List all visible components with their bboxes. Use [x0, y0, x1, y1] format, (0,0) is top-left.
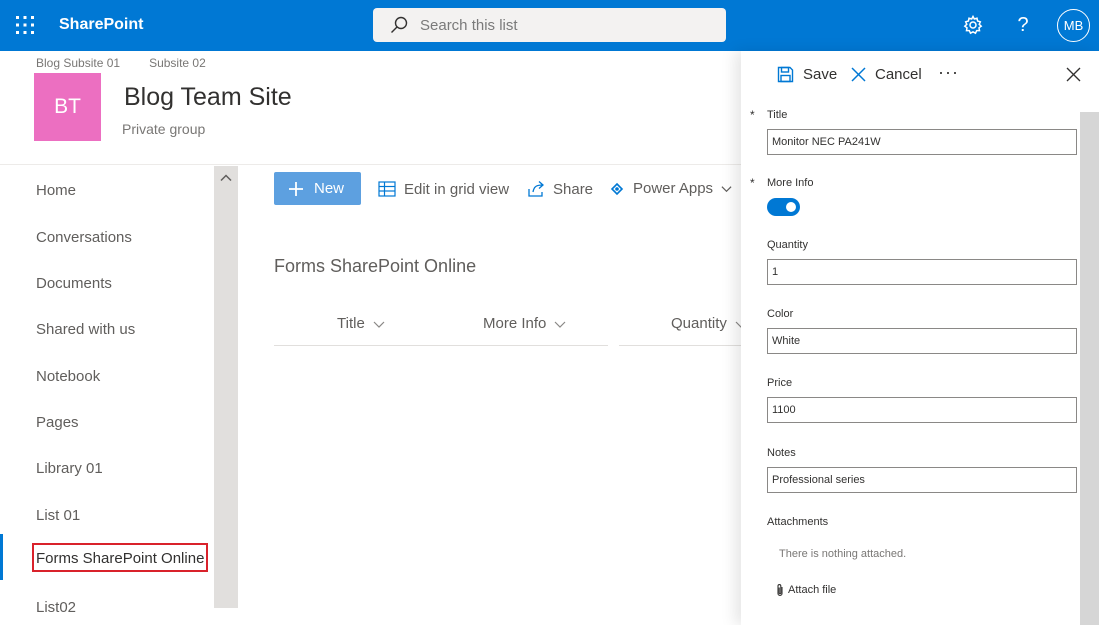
search-box[interactable]: [373, 8, 726, 42]
site-logo[interactable]: BT: [34, 73, 101, 141]
close-panel-icon[interactable]: [1066, 67, 1081, 82]
new-button[interactable]: New: [274, 172, 361, 205]
required-marker: *: [750, 108, 755, 122]
list-title: Forms SharePoint Online: [274, 256, 476, 277]
column-header-quantity[interactable]: Quantity: [671, 315, 747, 332]
search-input[interactable]: [420, 17, 710, 34]
paperclip-icon: [775, 583, 785, 597]
nav-item-shared-with-us[interactable]: Shared with us: [36, 321, 135, 338]
search-icon: [390, 16, 408, 34]
cancel-label: Cancel: [875, 66, 922, 83]
title-field[interactable]: [767, 129, 1077, 155]
chevron-down-icon: [373, 318, 385, 330]
price-label: Price: [767, 377, 792, 389]
nav-item-notebook[interactable]: Notebook: [36, 368, 100, 385]
column-header-label: Title: [337, 315, 365, 332]
more-info-toggle[interactable]: [767, 198, 800, 216]
avatar[interactable]: MB: [1057, 9, 1090, 42]
header-divider: [0, 164, 741, 165]
annotation-highlight: [32, 543, 208, 572]
breadcrumb-item[interactable]: Subsite 02: [149, 56, 206, 70]
color-label: Color: [767, 308, 793, 320]
edit-grid-label: Edit in grid view: [404, 181, 509, 198]
nav-item-home[interactable]: Home: [36, 182, 76, 199]
help-icon[interactable]: ?: [1011, 13, 1035, 37]
close-icon: [851, 67, 866, 82]
quantity-label: Quantity: [767, 239, 808, 251]
share-button[interactable]: Share: [527, 180, 593, 198]
edit-grid-button[interactable]: Edit in grid view: [378, 180, 509, 198]
chevron-down-icon: [721, 183, 732, 194]
nav-item-pages[interactable]: Pages: [36, 414, 79, 431]
required-marker: *: [750, 176, 755, 190]
nav-active-indicator: [0, 534, 3, 580]
site-subtitle: Private group: [122, 121, 205, 137]
more-options-button[interactable]: ···: [938, 62, 959, 83]
panel-scrollbar[interactable]: [1080, 112, 1099, 625]
power-apps-label: Power Apps: [633, 180, 713, 197]
share-icon: [527, 180, 545, 198]
attach-file-button[interactable]: Attach file: [775, 583, 836, 597]
toggle-knob: [786, 202, 796, 212]
save-icon: [777, 66, 794, 83]
grid-icon: [378, 180, 396, 198]
share-label: Share: [553, 181, 593, 198]
nav-item-conversations[interactable]: Conversations: [36, 229, 132, 246]
chevron-down-icon: [554, 318, 566, 330]
title-label: Title: [767, 109, 787, 121]
nav-scrollbar[interactable]: [214, 166, 238, 608]
scroll-up-icon[interactable]: [220, 172, 232, 184]
power-apps-button[interactable]: Power Apps: [609, 180, 732, 197]
column-header-label: Quantity: [671, 315, 727, 332]
power-apps-icon: [609, 181, 625, 197]
notes-field[interactable]: [767, 467, 1077, 493]
column-divider: [619, 345, 741, 346]
cancel-button[interactable]: Cancel: [851, 66, 922, 83]
attachments-label: Attachments: [767, 516, 828, 528]
save-button[interactable]: Save: [777, 66, 837, 83]
price-field[interactable]: [767, 397, 1077, 423]
nav-item-list-01[interactable]: List 01: [36, 507, 80, 524]
suite-bar: SharePoint ? MB: [0, 0, 1099, 51]
nav-item-list02[interactable]: List02: [36, 599, 76, 616]
app-launcher-icon[interactable]: [12, 12, 38, 38]
settings-icon[interactable]: [961, 13, 985, 37]
column-header-label: More Info: [483, 315, 546, 332]
breadcrumb-item[interactable]: Blog Subsite 01: [36, 56, 120, 70]
column-header-title[interactable]: Title: [337, 315, 385, 332]
nav-item-documents[interactable]: Documents: [36, 275, 112, 292]
quantity-field[interactable]: [767, 259, 1077, 285]
notes-label: Notes: [767, 447, 796, 459]
column-divider: [274, 345, 608, 346]
breadcrumb: Blog Subsite 01 Subsite 02: [36, 56, 206, 70]
no-attachments-text: There is nothing attached.: [779, 548, 906, 560]
save-label: Save: [803, 66, 837, 83]
nav-item-library-01[interactable]: Library 01: [36, 460, 103, 477]
plus-icon: [288, 181, 304, 197]
new-button-label: New: [314, 180, 344, 197]
app-name[interactable]: SharePoint: [59, 16, 143, 34]
column-header-more-info[interactable]: More Info: [483, 315, 566, 332]
color-field[interactable]: [767, 328, 1077, 354]
more-info-label: More Info: [767, 177, 813, 189]
site-title[interactable]: Blog Team Site: [124, 83, 292, 112]
attach-file-label: Attach file: [788, 584, 836, 596]
